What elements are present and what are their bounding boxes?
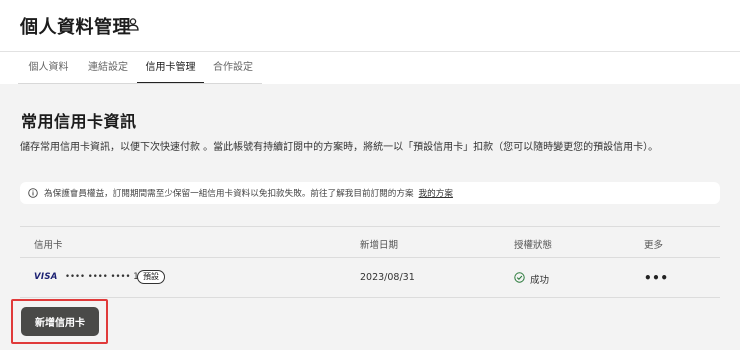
add-credit-card-button[interactable]: 新增信用卡 [21,307,99,336]
default-badge: 預設 [137,270,165,284]
header-bar: 個人資料管理 [0,0,740,52]
page-title: 個人資料管理 [20,17,131,38]
person-icon [127,18,139,31]
section-title: 常用信用卡資訊 [21,112,137,131]
info-notice: 為保護會員權益，訂閱期間需至少保留一組信用卡資料以免扣款失敗。前往了解我目前訂閱… [20,182,720,204]
header-date: 新增日期 [360,240,399,251]
tab-connections[interactable]: 連結設定 [79,52,137,83]
header-more: 更多 [644,240,664,251]
tab-bar: 個人資料 連結設定 信用卡管理 合作設定 [0,52,740,84]
notice-message: 為保護會員權益，訂閱期間需至少保留一組信用卡資料以免扣款失敗。前往了解我目前訂閱… [44,189,414,199]
notice-text: 為保護會員權益，訂閱期間需至少保留一組信用卡資料以免扣款失敗。前往了解我目前訂閱… [44,187,453,199]
my-plan-link[interactable]: 我的方案 [419,189,453,199]
header-status: 授權狀態 [514,240,553,251]
table-row: VISA •••• •••• •••• 1111 預設 2023/08/31 成… [20,258,720,298]
card-added-date: 2023/08/31 [360,272,415,283]
authorization-status: 成功 [530,275,550,286]
more-options-icon[interactable]: ••• [644,271,669,285]
tab-profile[interactable]: 個人資料 [18,52,79,83]
section-description: 儲存常用信用卡資訊，以便下次快速付款 。當此帳號有持續訂閱中的方案時，將統一以「… [20,142,659,153]
header-card: 信用卡 [34,240,63,251]
info-icon [28,188,38,198]
visa-logo: VISA [34,272,58,282]
table-header: 信用卡 新增日期 授權狀態 更多 [20,226,720,258]
check-circle-icon [514,272,525,283]
tab-partnership[interactable]: 合作設定 [204,52,262,83]
tab-credit-cards[interactable]: 信用卡管理 [137,52,204,84]
